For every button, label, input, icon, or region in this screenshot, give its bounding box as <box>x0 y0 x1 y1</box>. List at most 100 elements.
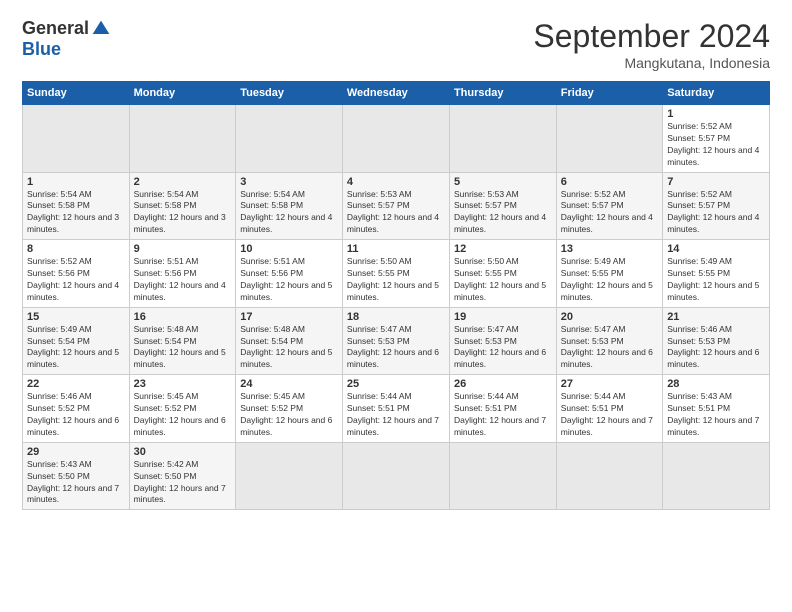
calendar-week-row: 22Sunrise: 5:46 AMSunset: 5:52 PMDayligh… <box>23 375 770 443</box>
day-number: 23 <box>134 378 232 390</box>
day-info: Sunrise: 5:45 AMSunset: 5:52 PMDaylight:… <box>134 391 232 439</box>
day-number: 4 <box>347 176 445 188</box>
logo: General Blue <box>22 18 111 60</box>
day-info: Sunrise: 5:49 AMSunset: 5:54 PMDaylight:… <box>27 324 125 372</box>
month-title: September 2024 <box>533 18 770 55</box>
day-number: 10 <box>240 243 338 255</box>
day-info: Sunrise: 5:43 AMSunset: 5:51 PMDaylight:… <box>667 391 765 439</box>
table-row <box>23 105 130 173</box>
day-number: 28 <box>667 378 765 390</box>
location: Mangkutana, Indonesia <box>533 55 770 71</box>
day-number: 12 <box>454 243 552 255</box>
table-row: 4Sunrise: 5:53 AMSunset: 5:57 PMDaylight… <box>342 172 449 240</box>
day-number: 5 <box>454 176 552 188</box>
day-info: Sunrise: 5:52 AMSunset: 5:57 PMDaylight:… <box>561 189 658 237</box>
day-info: Sunrise: 5:47 AMSunset: 5:53 PMDaylight:… <box>454 324 552 372</box>
table-row: 12Sunrise: 5:50 AMSunset: 5:55 PMDayligh… <box>449 240 556 308</box>
table-row: 10Sunrise: 5:51 AMSunset: 5:56 PMDayligh… <box>236 240 343 308</box>
table-row: 20Sunrise: 5:47 AMSunset: 5:53 PMDayligh… <box>556 307 662 375</box>
table-row: 21Sunrise: 5:46 AMSunset: 5:53 PMDayligh… <box>663 307 770 375</box>
table-row: 11Sunrise: 5:50 AMSunset: 5:55 PMDayligh… <box>342 240 449 308</box>
day-info: Sunrise: 5:51 AMSunset: 5:56 PMDaylight:… <box>240 256 338 304</box>
day-number: 16 <box>134 311 232 323</box>
day-number: 1 <box>667 108 765 120</box>
table-row <box>236 105 343 173</box>
day-number: 13 <box>561 243 658 255</box>
day-info: Sunrise: 5:54 AMSunset: 5:58 PMDaylight:… <box>27 189 125 237</box>
day-info: Sunrise: 5:50 AMSunset: 5:55 PMDaylight:… <box>347 256 445 304</box>
day-number: 18 <box>347 311 445 323</box>
day-number: 11 <box>347 243 445 255</box>
table-row: 9Sunrise: 5:51 AMSunset: 5:56 PMDaylight… <box>129 240 236 308</box>
table-row <box>556 105 662 173</box>
day-info: Sunrise: 5:48 AMSunset: 5:54 PMDaylight:… <box>134 324 232 372</box>
day-number: 21 <box>667 311 765 323</box>
calendar-week-row: 29Sunrise: 5:43 AMSunset: 5:50 PMDayligh… <box>23 442 770 510</box>
day-info: Sunrise: 5:49 AMSunset: 5:55 PMDaylight:… <box>561 256 658 304</box>
day-info: Sunrise: 5:54 AMSunset: 5:58 PMDaylight:… <box>240 189 338 237</box>
col-monday: Monday <box>129 82 236 105</box>
table-row <box>129 105 236 173</box>
table-row: 29Sunrise: 5:43 AMSunset: 5:50 PMDayligh… <box>23 442 130 510</box>
day-info: Sunrise: 5:52 AMSunset: 5:57 PMDaylight:… <box>667 121 765 169</box>
table-row: 3Sunrise: 5:54 AMSunset: 5:58 PMDaylight… <box>236 172 343 240</box>
day-number: 27 <box>561 378 658 390</box>
title-section: September 2024 Mangkutana, Indonesia <box>533 18 770 71</box>
table-row: 1Sunrise: 5:54 AMSunset: 5:58 PMDaylight… <box>23 172 130 240</box>
table-row: 14Sunrise: 5:49 AMSunset: 5:55 PMDayligh… <box>663 240 770 308</box>
day-info: Sunrise: 5:43 AMSunset: 5:50 PMDaylight:… <box>27 459 125 507</box>
day-info: Sunrise: 5:51 AMSunset: 5:56 PMDaylight:… <box>134 256 232 304</box>
day-number: 1 <box>27 176 125 188</box>
day-info: Sunrise: 5:42 AMSunset: 5:50 PMDaylight:… <box>134 459 232 507</box>
table-row <box>236 442 343 510</box>
col-sunday: Sunday <box>23 82 130 105</box>
day-info: Sunrise: 5:47 AMSunset: 5:53 PMDaylight:… <box>561 324 658 372</box>
table-row: 23Sunrise: 5:45 AMSunset: 5:52 PMDayligh… <box>129 375 236 443</box>
table-row: 7Sunrise: 5:52 AMSunset: 5:57 PMDaylight… <box>663 172 770 240</box>
day-number: 9 <box>134 243 232 255</box>
table-row: 6Sunrise: 5:52 AMSunset: 5:57 PMDaylight… <box>556 172 662 240</box>
calendar-week-row: 1Sunrise: 5:52 AMSunset: 5:57 PMDaylight… <box>23 105 770 173</box>
table-row <box>449 105 556 173</box>
day-info: Sunrise: 5:48 AMSunset: 5:54 PMDaylight:… <box>240 324 338 372</box>
table-row: 22Sunrise: 5:46 AMSunset: 5:52 PMDayligh… <box>23 375 130 443</box>
table-row: 19Sunrise: 5:47 AMSunset: 5:53 PMDayligh… <box>449 307 556 375</box>
calendar-header-row: Sunday Monday Tuesday Wednesday Thursday… <box>23 82 770 105</box>
day-info: Sunrise: 5:44 AMSunset: 5:51 PMDaylight:… <box>347 391 445 439</box>
day-info: Sunrise: 5:44 AMSunset: 5:51 PMDaylight:… <box>454 391 552 439</box>
day-info: Sunrise: 5:47 AMSunset: 5:53 PMDaylight:… <box>347 324 445 372</box>
day-number: 14 <box>667 243 765 255</box>
col-tuesday: Tuesday <box>236 82 343 105</box>
day-number: 29 <box>27 446 125 458</box>
table-row <box>556 442 662 510</box>
table-row: 25Sunrise: 5:44 AMSunset: 5:51 PMDayligh… <box>342 375 449 443</box>
table-row: 5Sunrise: 5:53 AMSunset: 5:57 PMDaylight… <box>449 172 556 240</box>
day-info: Sunrise: 5:50 AMSunset: 5:55 PMDaylight:… <box>454 256 552 304</box>
day-info: Sunrise: 5:53 AMSunset: 5:57 PMDaylight:… <box>347 189 445 237</box>
day-info: Sunrise: 5:44 AMSunset: 5:51 PMDaylight:… <box>561 391 658 439</box>
table-row <box>342 105 449 173</box>
calendar-week-row: 15Sunrise: 5:49 AMSunset: 5:54 PMDayligh… <box>23 307 770 375</box>
table-row: 27Sunrise: 5:44 AMSunset: 5:51 PMDayligh… <box>556 375 662 443</box>
table-row <box>449 442 556 510</box>
table-row: 1Sunrise: 5:52 AMSunset: 5:57 PMDaylight… <box>663 105 770 173</box>
table-row: 26Sunrise: 5:44 AMSunset: 5:51 PMDayligh… <box>449 375 556 443</box>
table-row: 18Sunrise: 5:47 AMSunset: 5:53 PMDayligh… <box>342 307 449 375</box>
logo-general-text: General <box>22 18 89 39</box>
table-row <box>342 442 449 510</box>
col-saturday: Saturday <box>663 82 770 105</box>
day-info: Sunrise: 5:53 AMSunset: 5:57 PMDaylight:… <box>454 189 552 237</box>
table-row: 30Sunrise: 5:42 AMSunset: 5:50 PMDayligh… <box>129 442 236 510</box>
day-number: 26 <box>454 378 552 390</box>
day-info: Sunrise: 5:54 AMSunset: 5:58 PMDaylight:… <box>134 189 232 237</box>
calendar-week-row: 8Sunrise: 5:52 AMSunset: 5:56 PMDaylight… <box>23 240 770 308</box>
day-number: 22 <box>27 378 125 390</box>
day-info: Sunrise: 5:52 AMSunset: 5:56 PMDaylight:… <box>27 256 125 304</box>
day-number: 17 <box>240 311 338 323</box>
table-row: 2Sunrise: 5:54 AMSunset: 5:58 PMDaylight… <box>129 172 236 240</box>
col-thursday: Thursday <box>449 82 556 105</box>
day-info: Sunrise: 5:46 AMSunset: 5:53 PMDaylight:… <box>667 324 765 372</box>
day-info: Sunrise: 5:52 AMSunset: 5:57 PMDaylight:… <box>667 189 765 237</box>
day-info: Sunrise: 5:45 AMSunset: 5:52 PMDaylight:… <box>240 391 338 439</box>
day-number: 2 <box>134 176 232 188</box>
